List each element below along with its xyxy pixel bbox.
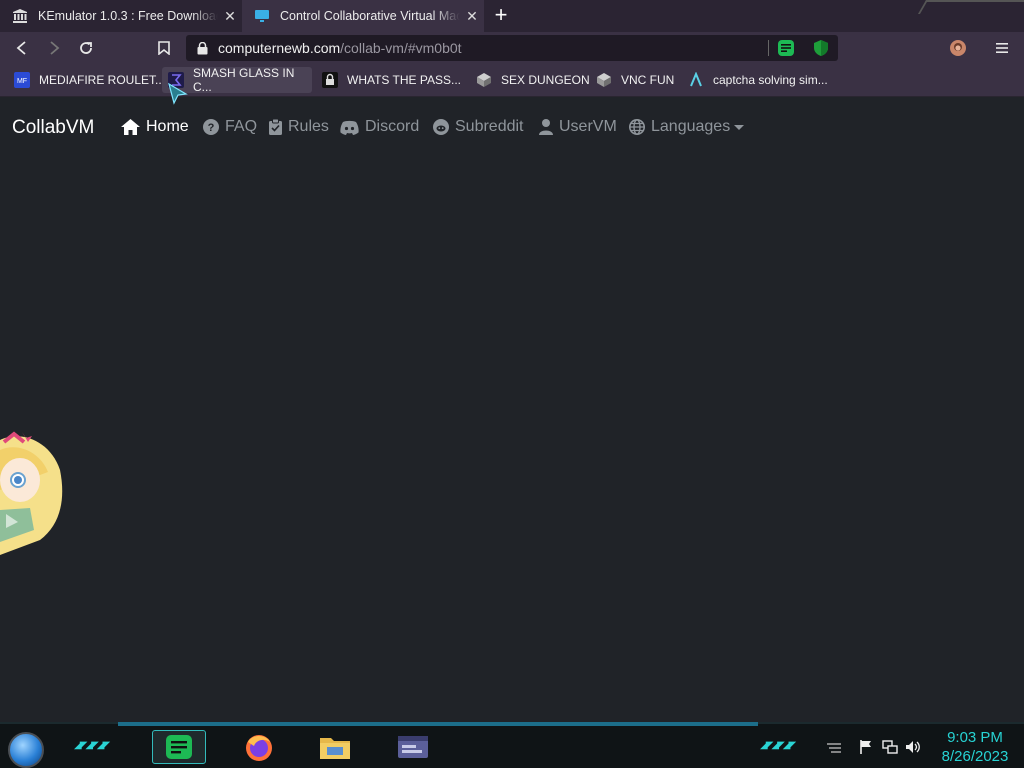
volume-icon[interactable] xyxy=(905,739,921,755)
tray-overflow-icon[interactable] xyxy=(826,739,842,755)
reddit-icon xyxy=(433,119,449,135)
mediafire-icon: MF xyxy=(14,72,30,88)
reload-icon xyxy=(80,42,92,54)
tab-kemulator[interactable]: KEmulator 1.0.3 : Free Download, Borrow,… xyxy=(0,0,242,32)
taskbar-glow xyxy=(118,722,758,726)
nav-home[interactable]: Home xyxy=(121,118,189,136)
site-navbar: CollabVM Home ? FAQ Rules Discord Subred… xyxy=(0,100,1024,156)
nav-discord[interactable]: Discord xyxy=(340,118,419,136)
tab-title: KEmulator 1.0.3 : Free Download, Borrow,… xyxy=(38,9,218,23)
reload-button[interactable] xyxy=(74,36,98,60)
institution-icon xyxy=(12,8,28,24)
monitor-icon xyxy=(254,8,270,24)
back-button[interactable] xyxy=(10,36,34,60)
bookmark-button[interactable] xyxy=(152,36,176,60)
clock-date: 8/26/2023 xyxy=(941,748,1009,765)
network-icon[interactable] xyxy=(882,739,898,755)
url-path: /collab-vm/#vm0b0t xyxy=(340,40,462,56)
notes-extension-icon[interactable] xyxy=(777,39,795,57)
shield-extension-icon[interactable] xyxy=(812,39,830,57)
vm-icon xyxy=(596,72,612,88)
url-host: computernewb.com xyxy=(218,40,341,56)
menu-icon[interactable] xyxy=(990,36,1014,60)
nav-label: UserVM xyxy=(559,118,617,135)
taskbar-app-firefox[interactable] xyxy=(232,730,286,764)
browser-toolbar: computernewb.com/collab-vm/#vm0b0t xyxy=(0,32,1024,64)
chevron-decoration-icon: ◢◤◢◤◢◤ xyxy=(74,740,110,751)
divider xyxy=(768,40,769,56)
nav-label: Languages xyxy=(651,118,731,135)
folder-icon xyxy=(320,738,350,759)
nav-label: Rules xyxy=(288,118,329,135)
nav-subreddit[interactable]: Subreddit xyxy=(433,118,524,136)
back-arrow-icon xyxy=(16,41,26,55)
lock-icon[interactable] xyxy=(186,41,218,55)
window-icon xyxy=(398,736,428,758)
start-button[interactable] xyxy=(8,732,44,768)
bookmark-item[interactable]: captcha solving sim... xyxy=(682,67,834,93)
nav-faq[interactable]: ? FAQ xyxy=(203,118,257,136)
nav-label: Discord xyxy=(365,118,420,135)
lock-icon xyxy=(322,72,338,88)
globe-icon xyxy=(629,119,645,135)
bookmark-label: captcha solving sim... xyxy=(713,73,828,87)
flag-icon[interactable] xyxy=(858,739,874,755)
bookmark-label: VNC FUN xyxy=(621,73,675,87)
bookmark-label: SMASH GLASS IN C... xyxy=(193,66,295,94)
bookmarks-bar: MF MEDIAFIRE ROULET... SMASH GLASS IN C.… xyxy=(0,64,1024,105)
svg-text:?: ? xyxy=(208,122,215,134)
forward-arrow-icon xyxy=(50,41,60,55)
tab-strip: KEmulator 1.0.3 : Free Download, Borrow,… xyxy=(0,0,1024,32)
nav-label: Subreddit xyxy=(455,118,524,135)
user-icon xyxy=(539,119,553,135)
system-clock[interactable]: 9:03 PM 8/26/2023 xyxy=(930,728,1020,766)
titlebar-decoration xyxy=(917,0,1024,14)
bookmark-label: SEX DUNGEON xyxy=(501,73,590,87)
tab-title: Control Collaborative Virtual Machines xyxy=(280,9,460,23)
taskbar-app-window[interactable] xyxy=(386,730,440,764)
svg-text:MF: MF xyxy=(17,78,27,85)
question-icon: ? xyxy=(203,119,219,135)
bookmark-icon xyxy=(158,41,170,55)
bookmark-item[interactable]: SEX DUNGEON xyxy=(470,67,596,93)
new-tab-button[interactable]: + xyxy=(489,4,513,28)
taskbar-app-notes[interactable] xyxy=(152,730,206,764)
tab-collabvm[interactable]: Control Collaborative Virtual Machines ✕ xyxy=(242,0,484,32)
bookmark-item[interactable]: WHATS THE PASS... xyxy=(316,67,467,93)
chevron-decoration-icon: ◢◤◢◤◢◤ xyxy=(760,740,796,751)
notes-icon xyxy=(166,735,192,759)
close-icon[interactable]: ✕ xyxy=(460,8,484,25)
bookmark-label: WHATS THE PASS... xyxy=(347,73,462,87)
nav-label: FAQ xyxy=(225,118,258,135)
clipboard-icon xyxy=(269,119,282,135)
taskbar-app-explorer[interactable] xyxy=(308,730,362,764)
nav-languages[interactable]: Languages xyxy=(629,118,745,136)
address-bar[interactable]: computernewb.com/collab-vm/#vm0b0t xyxy=(186,35,838,61)
nav-label: Home xyxy=(146,118,189,135)
cartoon-sticker xyxy=(0,431,63,555)
home-icon xyxy=(121,119,140,135)
chevron-down-icon xyxy=(734,124,745,130)
taskbar: ◢◤◢◤◢◤ ◢◤◢◤◢◤ 9:03 PM 8/26/2023 xyxy=(0,722,1024,768)
site-brand[interactable]: CollabVM xyxy=(12,117,94,139)
nav-rules[interactable]: Rules xyxy=(269,118,329,136)
close-icon[interactable]: ✕ xyxy=(218,8,242,25)
firefox-icon xyxy=(246,735,272,761)
lambda-icon xyxy=(688,72,704,88)
nav-uservm[interactable]: UserVM xyxy=(539,118,617,136)
discord-icon xyxy=(340,120,359,135)
clock-time: 9:03 PM xyxy=(947,729,1003,746)
bookmark-label: MEDIAFIRE ROULET... xyxy=(39,73,166,87)
profile-avatar[interactable] xyxy=(946,36,970,60)
bookmark-item[interactable]: VNC FUN xyxy=(590,67,680,93)
forward-button[interactable] xyxy=(42,36,66,60)
vm-icon xyxy=(476,72,492,88)
bookmark-item[interactable]: MF MEDIAFIRE ROULET... xyxy=(8,67,171,93)
